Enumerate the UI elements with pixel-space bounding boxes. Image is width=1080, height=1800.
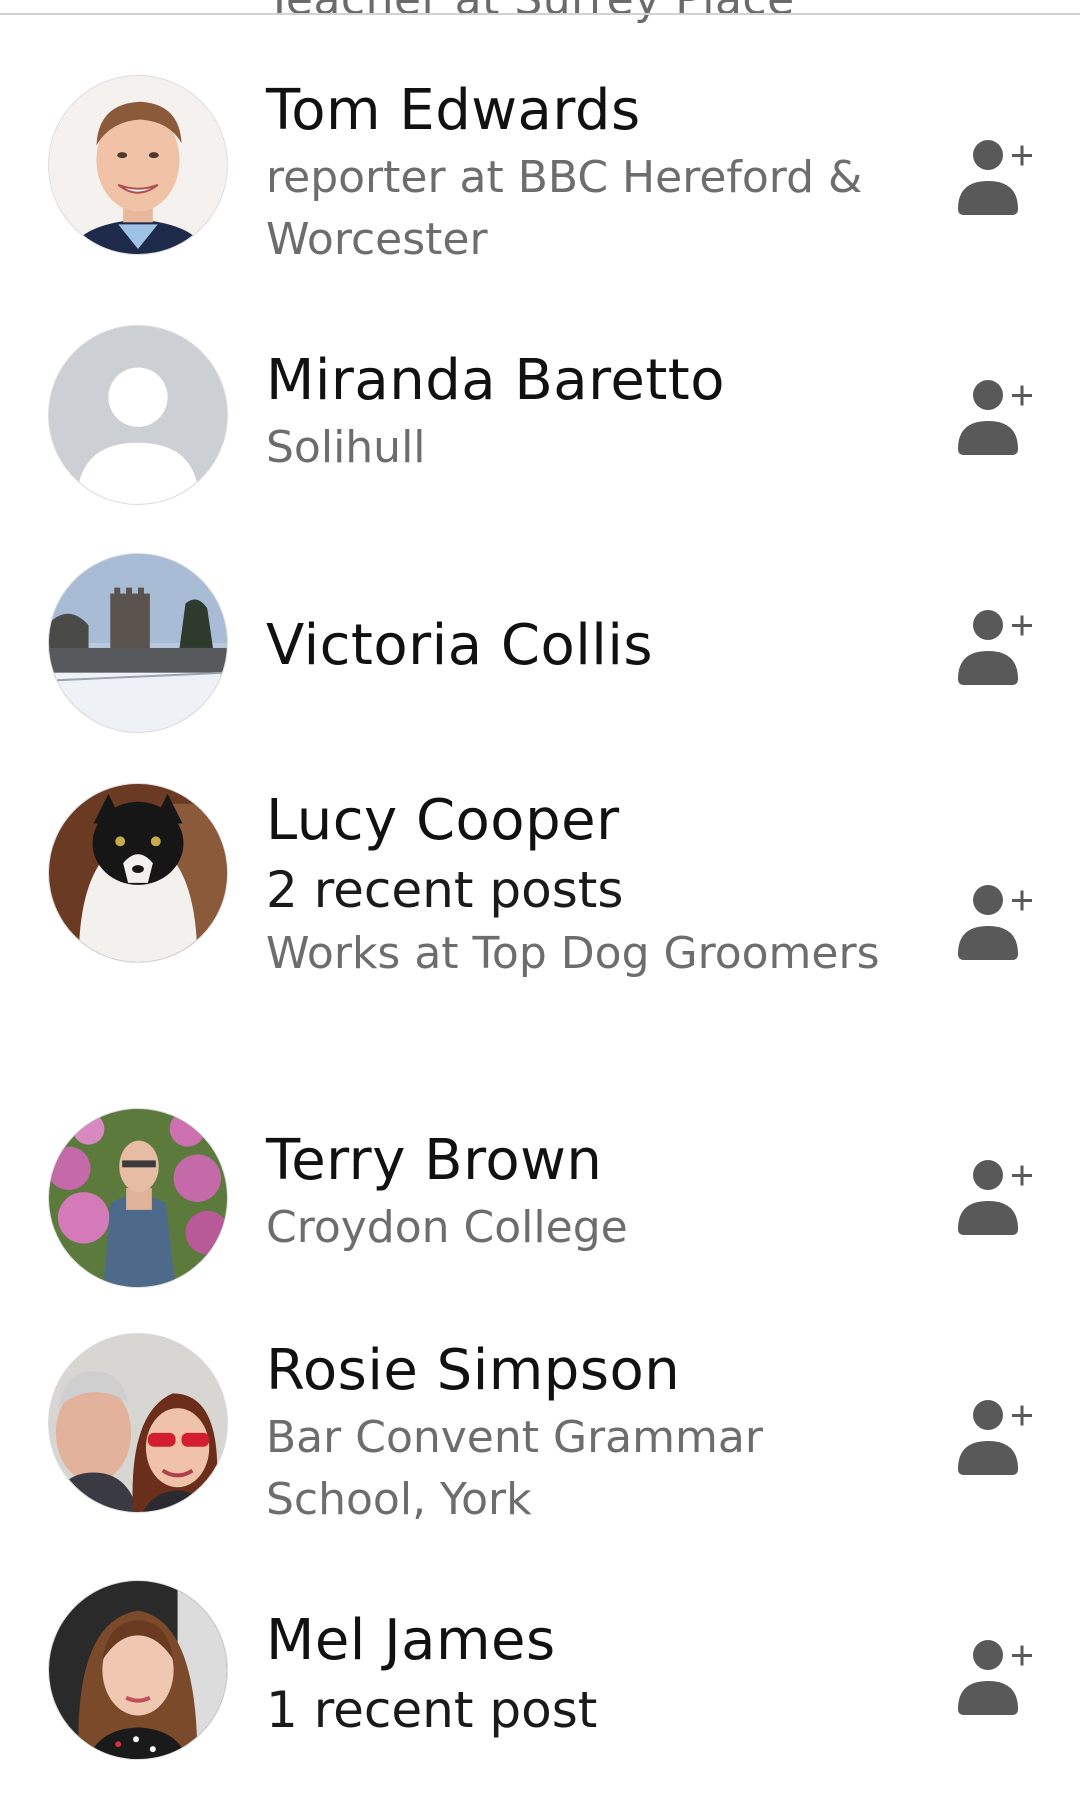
recent-posts-count: 2 recent posts <box>266 861 624 919</box>
person-info: Mel James 1 recent post <box>266 1605 920 1743</box>
person-name[interactable]: Miranda Baretto <box>266 345 920 417</box>
avatar[interactable] <box>48 553 228 733</box>
person-info: Terry Brown Croydon College <box>266 1125 920 1259</box>
person-info: Miranda Baretto Solihull <box>266 345 920 479</box>
person-name[interactable]: Lucy Cooper <box>266 785 920 857</box>
add-friend-button[interactable] <box>950 605 1040 695</box>
add-friend-icon <box>958 140 1032 215</box>
add-friend-icon <box>958 610 1032 685</box>
person-subtitle: Works at Top Dog Groomers <box>266 928 880 979</box>
avatar[interactable] <box>48 783 228 963</box>
avatar[interactable] <box>48 1580 228 1760</box>
avatar[interactable] <box>48 1333 228 1513</box>
person-subtitle: Solihull <box>266 422 426 473</box>
person-subtitle: reporter at BBC Hereford & Worcester <box>266 152 863 265</box>
add-friend-button[interactable] <box>950 375 1040 465</box>
recent-posts-count: 1 recent post <box>266 1681 598 1739</box>
add-friend-icon <box>958 885 1032 960</box>
avatar[interactable] <box>48 75 228 255</box>
person-name[interactable]: Tom Edwards <box>266 75 920 147</box>
add-friend-button[interactable] <box>950 135 1040 225</box>
person-name[interactable]: Mel James <box>266 1605 920 1677</box>
divider <box>0 13 1080 15</box>
people-you-may-know-list: Teacher at Surrey Place Tom Edwards repo… <box>0 0 1080 1800</box>
add-friend-button[interactable] <box>950 1635 1040 1725</box>
add-friend-icon <box>958 1160 1032 1235</box>
avatar[interactable] <box>48 325 228 505</box>
person-name[interactable]: Rosie Simpson <box>266 1335 920 1407</box>
person-subtitle: Croydon College <box>266 1202 628 1253</box>
add-friend-icon <box>958 1400 1032 1475</box>
person-subtitle: Bar Convent Grammar School, York <box>266 1412 763 1525</box>
add-friend-icon <box>958 1640 1032 1715</box>
add-friend-button[interactable] <box>950 1395 1040 1485</box>
person-info: Lucy Cooper 2 recent posts Works at Top … <box>266 785 920 985</box>
person-name[interactable]: Victoria Collis <box>266 610 920 682</box>
person-info: Victoria Collis <box>266 610 920 682</box>
person-info: Tom Edwards reporter at BBC Hereford & W… <box>266 75 920 271</box>
add-friend-icon <box>958 380 1032 455</box>
person-name[interactable]: Terry Brown <box>266 1125 920 1197</box>
add-friend-button[interactable] <box>950 1155 1040 1245</box>
person-info: Rosie Simpson Bar Convent Grammar School… <box>266 1335 920 1531</box>
default-avatar-icon <box>49 326 227 504</box>
avatar[interactable] <box>48 1108 228 1288</box>
add-friend-button[interactable] <box>950 880 1040 970</box>
